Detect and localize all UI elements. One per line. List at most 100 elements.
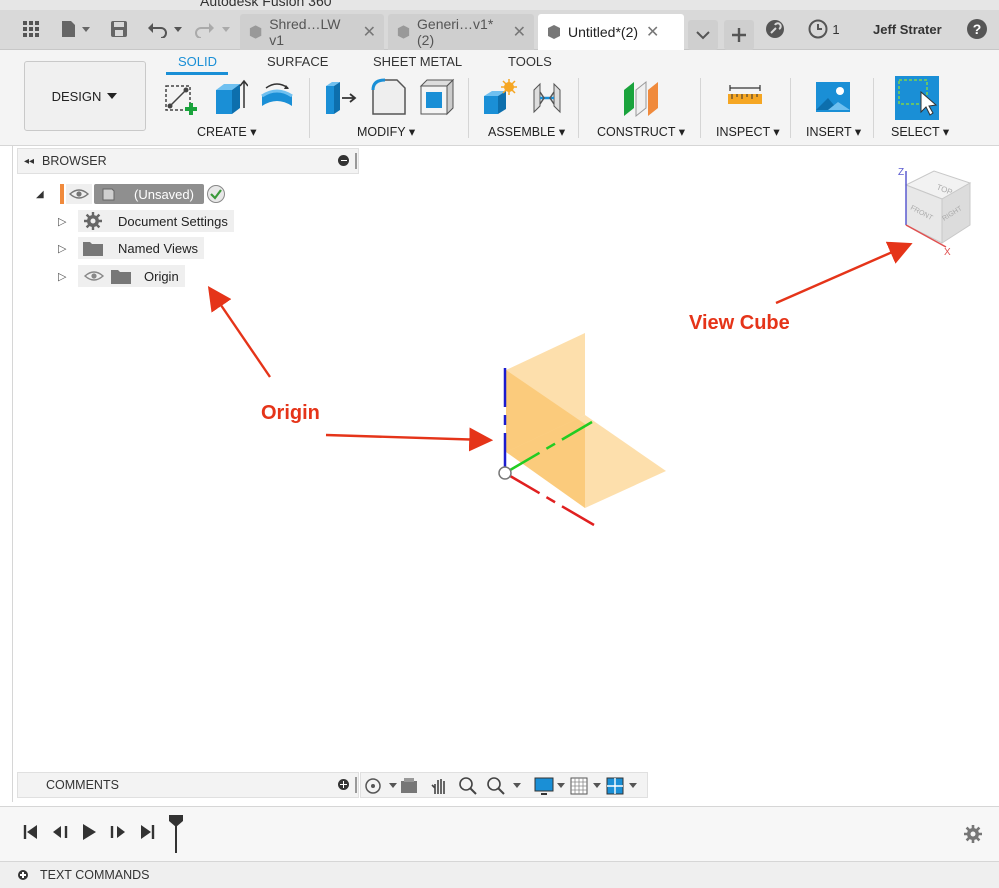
select-cursor-icon	[898, 79, 938, 116]
joint-icon[interactable]	[528, 78, 566, 118]
text-commands-label: TEXT COMMANDS	[40, 868, 150, 882]
panel-resize-handle[interactable]	[355, 777, 357, 793]
redo-icon[interactable]	[194, 16, 234, 42]
window-title-bar: Autodesk Fusion 360	[0, 0, 999, 10]
tab-label: Generi…v1*(2)	[417, 16, 494, 48]
measure-icon[interactable]	[726, 78, 764, 118]
origin-callout: Origin	[261, 402, 320, 424]
look-at-icon[interactable]	[399, 776, 421, 796]
construct-label: CONSTRUCT	[597, 125, 676, 139]
workspace-label: DESIGN	[51, 88, 102, 104]
create-menu[interactable]: CREATE ▾	[197, 124, 257, 139]
ribbon-divider	[700, 78, 701, 138]
revolve-icon[interactable]	[258, 78, 296, 118]
workspace-switcher[interactable]: DESIGN	[24, 61, 146, 131]
assemble-menu[interactable]: ASSEMBLE ▾	[488, 124, 565, 139]
tab-tools[interactable]: TOOLS	[508, 54, 552, 69]
expand-triangle-icon[interactable]: ◢	[36, 189, 54, 200]
inspect-menu[interactable]: INSPECT ▾	[716, 124, 780, 139]
expand-triangle-icon[interactable]: ▷	[58, 242, 78, 255]
browser-panel-header[interactable]: ◂◂ BROWSER	[17, 148, 359, 174]
file-menu-icon[interactable]	[58, 16, 94, 42]
expand-triangle-icon[interactable]: ▷	[58, 270, 78, 283]
offset-plane-icon[interactable]	[620, 78, 658, 118]
display-settings-icon[interactable]	[533, 776, 569, 796]
insert-menu[interactable]: INSERT ▾	[806, 124, 861, 139]
tab-sheet-metal[interactable]: SHEET METAL	[373, 54, 462, 69]
fillet-icon[interactable]	[370, 78, 408, 118]
orbit-icon[interactable]	[363, 776, 399, 796]
tab-solid[interactable]: SOLID	[178, 54, 217, 69]
zoom-icon[interactable]	[457, 776, 479, 796]
tab-surface[interactable]: SURFACE	[267, 54, 328, 69]
browser-root-node[interactable]: ◢ (Unsaved)	[36, 183, 226, 205]
grid-settings-icon[interactable]	[569, 776, 605, 796]
fusion-window: Autodesk Fusion 360 Shred…LW v1 ✕ Generi…	[0, 0, 999, 888]
window-title: Autodesk Fusion 360	[200, 0, 332, 9]
text-commands-bar[interactable]: TEXT COMMANDS	[0, 861, 999, 888]
go-to-end-icon[interactable]	[138, 823, 156, 841]
clock-icon	[808, 19, 828, 39]
create-sketch-icon[interactable]	[162, 78, 200, 118]
expand-text-commands-icon[interactable]	[18, 870, 28, 880]
construct-menu[interactable]: CONSTRUCT ▾	[597, 124, 685, 139]
tab-shred[interactable]: Shred…LW v1 ✕	[240, 14, 384, 50]
root-component-pill[interactable]: (Unsaved)	[94, 184, 204, 204]
new-component-icon[interactable]	[480, 78, 518, 118]
tab-generic[interactable]: Generi…v1*(2) ✕	[388, 14, 534, 50]
play-icon[interactable]	[80, 823, 98, 841]
add-comment-icon[interactable]	[338, 779, 349, 790]
close-tab-icon[interactable]: ✕	[363, 22, 376, 42]
shell-icon[interactable]	[418, 78, 456, 118]
new-tab-plus-icon[interactable]	[724, 20, 754, 50]
visibility-eye-icon[interactable]	[82, 267, 106, 285]
job-status[interactable]: 1	[804, 16, 844, 42]
insert-image-icon[interactable]	[814, 78, 852, 118]
select-tool-button[interactable]	[895, 76, 939, 120]
tab-untitled[interactable]: Untitled*(2) ✕	[538, 14, 684, 50]
view-cube[interactable]: TOP FRONT RIGHT Z X	[892, 163, 982, 258]
collapse-panel-icon[interactable]: ◂◂	[24, 156, 34, 167]
panel-resize-handle[interactable]	[355, 153, 357, 169]
timeline-marker[interactable]	[167, 814, 185, 854]
timeline-settings-gear-icon[interactable]	[962, 823, 984, 845]
pan-hand-icon[interactable]	[429, 776, 451, 796]
origin-planes-graphic[interactable]	[480, 325, 680, 535]
browser-item-label: Document Settings	[118, 213, 228, 229]
close-tab-icon[interactable]: ✕	[646, 22, 659, 42]
modify-menu[interactable]: MODIFY ▾	[357, 124, 415, 139]
extensions-icon[interactable]	[762, 16, 788, 42]
view-cube-x-axis-label: X	[944, 247, 951, 258]
minimize-panel-icon[interactable]	[338, 155, 349, 166]
timeline-bar	[0, 806, 999, 861]
step-back-icon[interactable]	[50, 823, 70, 841]
browser-item-origin[interactable]: ▷ Origin	[58, 265, 185, 287]
go-to-start-icon[interactable]	[22, 823, 40, 841]
comments-panel-header[interactable]: COMMENTS	[17, 772, 359, 798]
undo-icon[interactable]	[146, 16, 186, 42]
extrude-icon[interactable]	[210, 78, 248, 118]
browser-item-named-views[interactable]: ▷ Named Views	[58, 237, 204, 259]
browser-item-pill: Named Views	[78, 237, 204, 259]
svg-text:?: ?	[973, 21, 982, 37]
expand-triangle-icon[interactable]: ▷	[58, 215, 78, 228]
select-menu[interactable]: SELECT ▾	[891, 124, 949, 139]
folder-icon	[111, 270, 131, 284]
document-tab-bar: Shred…LW v1 ✕ Generi…v1*(2) ✕ Untitled*(…	[0, 10, 999, 50]
ribbon-divider	[468, 78, 469, 138]
fit-zoom-icon[interactable]	[485, 776, 525, 796]
step-forward-icon[interactable]	[108, 823, 128, 841]
tab-overflow-chevron-icon[interactable]	[688, 20, 718, 50]
folder-icon	[83, 242, 103, 256]
close-tab-icon[interactable]: ✕	[513, 22, 526, 42]
browser-item-pill: Document Settings	[78, 210, 234, 232]
help-icon[interactable]: ?	[965, 16, 989, 42]
visibility-eye-icon[interactable]	[66, 184, 92, 204]
save-icon[interactable]	[108, 16, 130, 42]
user-name[interactable]: Jeff Strater	[873, 22, 942, 37]
viewports-icon[interactable]	[605, 776, 645, 796]
active-checkmark-icon[interactable]	[206, 184, 226, 204]
app-grid-icon[interactable]	[18, 16, 44, 42]
browser-item-document-settings[interactable]: ▷ Document Settings	[58, 210, 234, 232]
press-pull-icon[interactable]	[322, 78, 360, 118]
